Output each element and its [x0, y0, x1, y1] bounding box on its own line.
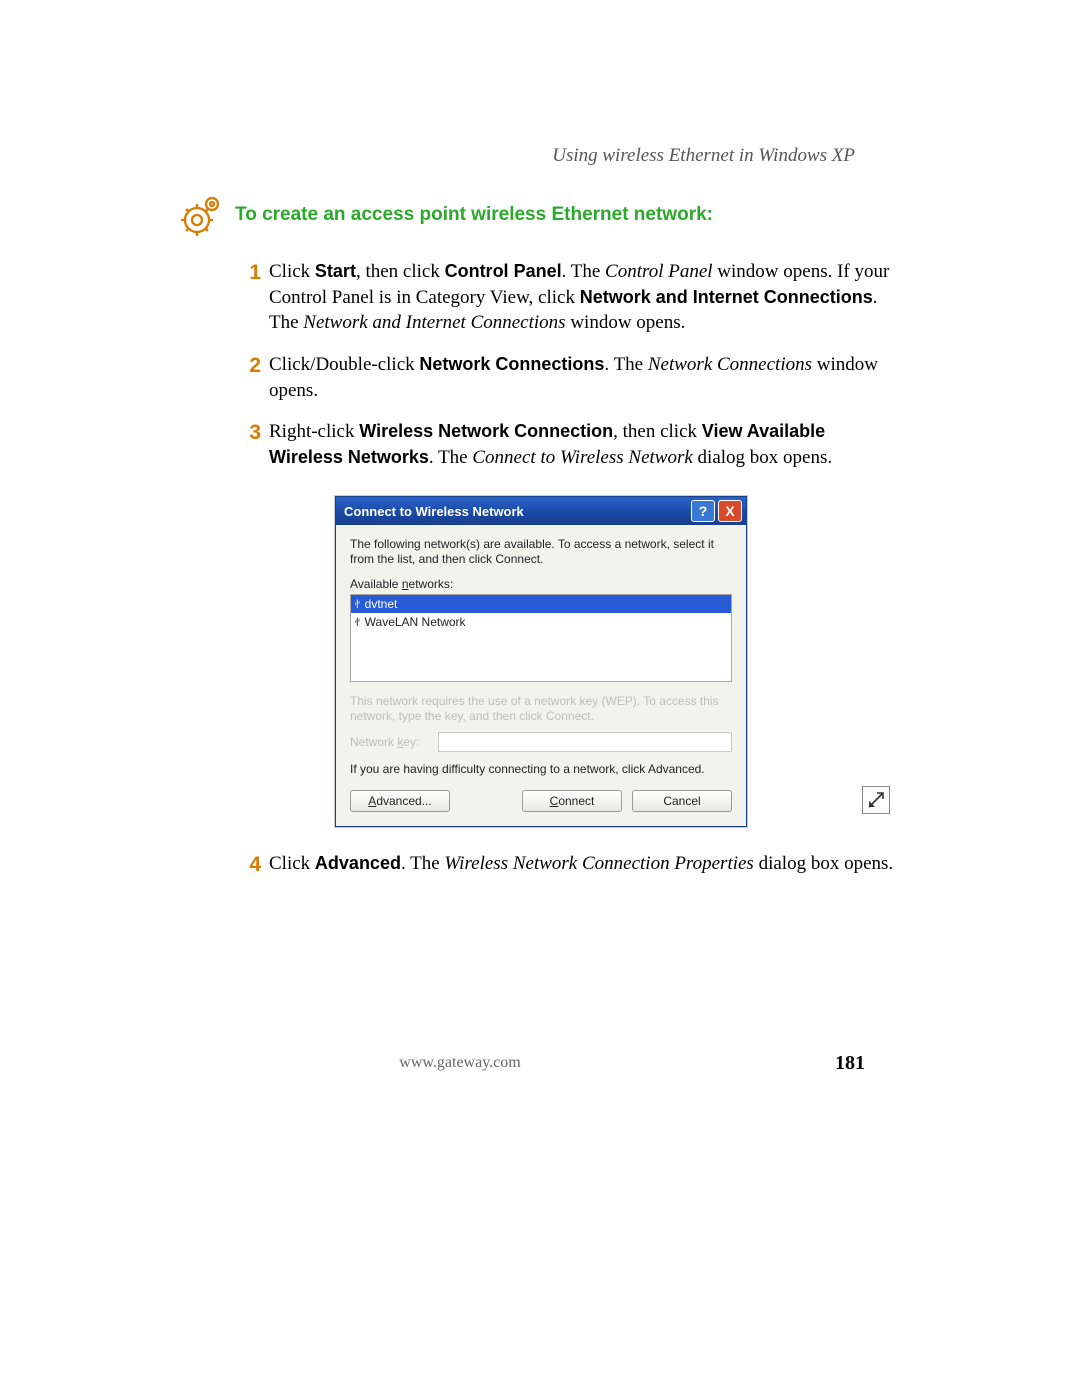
steps-list: 1 Click Start, then click Control Panel.…	[235, 259, 900, 880]
page-number: 181	[835, 1052, 865, 1075]
step-number: 3	[235, 419, 261, 447]
help-icon[interactable]: ?	[691, 500, 715, 522]
network-key-row: Network key:	[350, 732, 732, 752]
dialog-figure: Connect to Wireless Network ? X The foll…	[335, 496, 900, 827]
step-number: 4	[235, 851, 261, 879]
step-text: Click Advanced. The Wireless Network Con…	[269, 851, 893, 877]
dialog-intro-text: The following network(s) are available. …	[350, 537, 732, 567]
antenna-icon: ꬷ	[355, 615, 360, 630]
step-4: 4 Click Advanced. The Wireless Network C…	[235, 851, 900, 879]
footer-url: www.gateway.com	[399, 1054, 520, 1072]
step-text: Right-click Wireless Network Connection,…	[269, 419, 900, 470]
network-key-label: Network key:	[350, 735, 428, 749]
page-footer: www.gateway.com 181	[0, 1054, 1080, 1072]
step-number: 1	[235, 259, 261, 287]
connect-wireless-dialog: Connect to Wireless Network ? X The foll…	[335, 496, 747, 827]
cancel-button[interactable]: Cancel	[632, 790, 732, 812]
wep-note-text: This network requires the use of a netwo…	[350, 694, 732, 724]
step-text: Click Start, then click Control Panel. T…	[269, 259, 900, 336]
network-name: dvtnet	[365, 597, 398, 611]
step-text: Click/Double-click Network Connections. …	[269, 352, 900, 403]
step-1: 1 Click Start, then click Control Panel.…	[235, 259, 900, 336]
advanced-button[interactable]: Advanced...	[350, 790, 450, 812]
dialog-button-row: Advanced... Connect Cancel	[350, 790, 732, 812]
difficulty-text: If you are having difficulty connecting …	[350, 762, 732, 776]
available-networks-label: Available networks:	[350, 577, 732, 591]
step-3: 3 Right-click Wireless Network Connectio…	[235, 419, 900, 470]
page-turn-icon	[862, 786, 890, 814]
network-key-input[interactable]	[438, 732, 732, 752]
step-number: 2	[235, 352, 261, 380]
dialog-title: Connect to Wireless Network	[344, 504, 524, 519]
network-item[interactable]: ꬷ WaveLAN Network	[351, 613, 731, 631]
available-networks-listbox[interactable]: ꬷ dvtnet ꬷ WaveLAN Network	[350, 594, 732, 682]
running-header: Using wireless Ethernet in Windows XP	[175, 145, 900, 167]
network-item-selected[interactable]: ꬷ dvtnet	[351, 595, 731, 613]
section-title: To create an access point wireless Ether…	[235, 192, 713, 226]
network-name: WaveLAN Network	[365, 615, 466, 629]
gear-icon	[175, 192, 235, 247]
close-icon[interactable]: X	[718, 500, 742, 522]
dialog-titlebar: Connect to Wireless Network ? X	[336, 497, 746, 525]
section-heading-row: To create an access point wireless Ether…	[175, 192, 900, 247]
antenna-icon: ꬷ	[355, 597, 360, 612]
connect-button[interactable]: Connect	[522, 790, 622, 812]
page: Using wireless Ethernet in Windows XP	[0, 0, 1080, 1397]
dialog-body: The following network(s) are available. …	[336, 525, 746, 826]
step-2: 2 Click/Double-click Network Connections…	[235, 352, 900, 403]
